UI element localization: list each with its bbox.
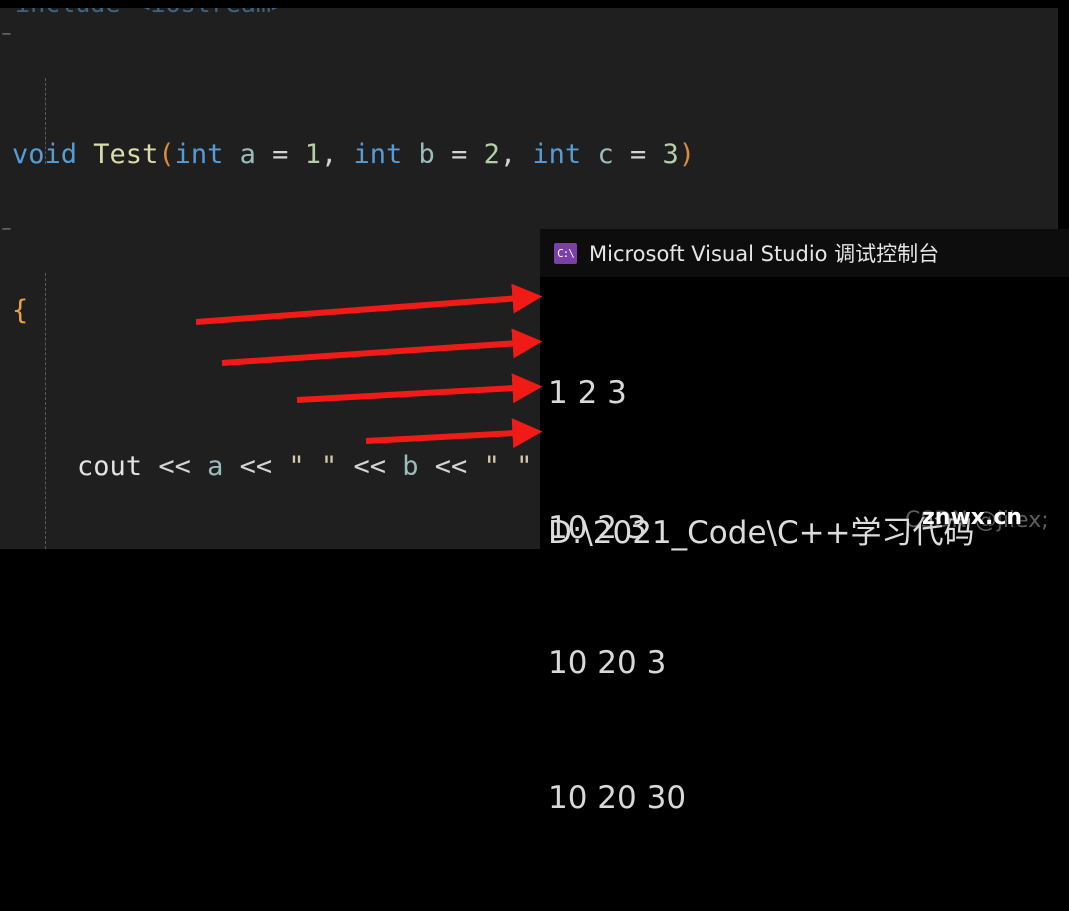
fold-marker-main[interactable]: − xyxy=(1,223,12,236)
clipped-code-line-above: #include <iostream> xyxy=(0,8,1058,14)
console-titlebar[interactable]: C:\ Microsoft Visual Studio 调试控制台 xyxy=(540,229,1069,277)
console-output-line: 10 20 3 xyxy=(548,645,667,681)
console-output-line: 10 20 30 xyxy=(548,780,687,816)
fold-marker-test[interactable]: − xyxy=(1,28,12,41)
console-window-title: Microsoft Visual Studio 调试控制台 xyxy=(589,242,940,266)
editor-gutter[interactable]: − − xyxy=(0,8,12,549)
code-line-void-test[interactable]: void Test(int a = 1, int b = 2, int c = … xyxy=(12,135,760,174)
console-app-icon: C:\ xyxy=(554,242,577,264)
watermark-site: znwx.cn xyxy=(922,505,1023,530)
console-output-line: 1 2 3 xyxy=(548,375,627,411)
debug-console-window[interactable]: C:\ Microsoft Visual Studio 调试控制台 1 2 3 … xyxy=(540,229,1069,816)
